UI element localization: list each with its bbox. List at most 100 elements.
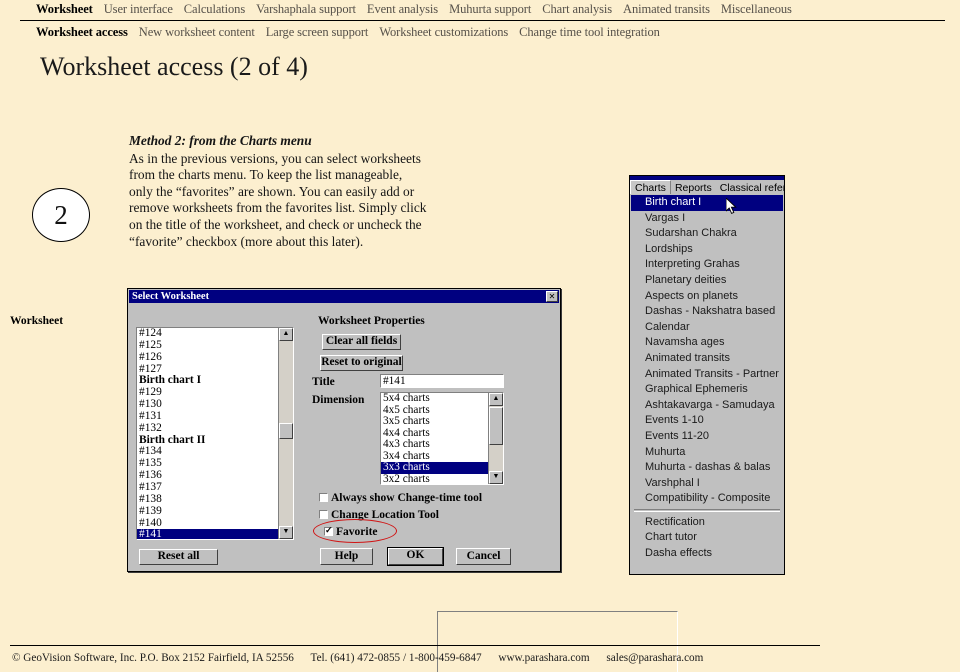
- primary-nav: Worksheet User interface Calculations Varsh…: [36, 2, 803, 17]
- nav-item-1[interactable]: User interface: [104, 2, 173, 17]
- menu-items: Birth chart I Vargas I Sudarshan Chakra Lor…: [631, 194, 783, 562]
- worksheet-list-item[interactable]: #125: [137, 339, 279, 352]
- charts-menu-item[interactable]: Animated transits: [631, 351, 783, 367]
- footer-email: sales@parashara.com: [606, 652, 704, 664]
- worksheet-listbox[interactable]: #124 #125 #126 #127 Birth chart I #129 #130 #13…: [136, 327, 294, 540]
- scroll-up-icon[interactable]: ▲: [279, 328, 293, 341]
- dimension-list-items: 5x4 charts 4x5 charts 3x5 charts 4x4 charts…: [381, 393, 503, 484]
- scroll-up-icon[interactable]: ▲: [489, 393, 503, 406]
- secondary-nav: Worksheet access New worksheet content Lar…: [36, 25, 671, 40]
- worksheet-list-item[interactable]: #132: [137, 422, 279, 435]
- slide-page: Worksheet User interface Calculations Varsh…: [0, 0, 960, 672]
- charts-menu-item[interactable]: Aspects on planets: [631, 289, 783, 305]
- dimension-listbox[interactable]: 5x4 charts 4x5 charts 3x5 charts 4x4 charts…: [380, 392, 504, 485]
- reset-to-original-button[interactable]: Reset to original: [320, 355, 403, 371]
- menu-tab-0[interactable]: Charts: [630, 180, 671, 194]
- checkbox-label: Always show Change-time tool: [331, 492, 483, 504]
- ok-button[interactable]: OK: [387, 547, 444, 566]
- scroll-down-icon[interactable]: ▼: [279, 526, 293, 539]
- step-number-badge: 2: [32, 188, 90, 242]
- worksheet-list-item[interactable]: #141: [137, 528, 279, 539]
- charts-menu-item[interactable]: Dashas - Nakshatra based: [631, 304, 783, 320]
- dimension-list-item[interactable]: 4x3 charts: [381, 438, 490, 451]
- worksheet-list-label: Worksheet: [10, 315, 64, 327]
- charts-menu-item[interactable]: Sudarshan Chakra: [631, 226, 783, 242]
- worksheet-scrollbar[interactable]: ▲ ▼: [278, 328, 293, 539]
- menubar: ChartsReportsClassical referen: [630, 180, 784, 194]
- worksheet-list-item[interactable]: #126: [137, 351, 279, 364]
- nav-item-0[interactable]: Worksheet: [36, 2, 93, 17]
- footer-company: © GeoVision Software, Inc. P.O. Box 2152…: [12, 652, 294, 664]
- charts-menu-item[interactable]: Graphical Ephemeris: [631, 382, 783, 398]
- nav-item-2[interactable]: Calculations: [184, 2, 245, 17]
- scrollbar-thumb[interactable]: [489, 407, 503, 445]
- scroll-down-icon[interactable]: ▼: [489, 471, 503, 484]
- charts-menu-item[interactable]: Vargas I: [631, 211, 783, 227]
- subnav-item-2[interactable]: Large screen support: [266, 25, 369, 40]
- dimension-list-item[interactable]: 3x5 charts: [381, 415, 490, 428]
- worksheet-list-item[interactable]: #131: [137, 410, 279, 423]
- cancel-button[interactable]: Cancel: [456, 548, 511, 565]
- checkbox-icon[interactable]: [319, 510, 328, 519]
- reset-all-button[interactable]: Reset all: [139, 549, 218, 565]
- footer: © GeoVision Software, Inc. P.O. Box 2152…: [12, 652, 717, 664]
- dimension-list-item[interactable]: 3x2 charts: [381, 473, 490, 484]
- body-copy: Method 2: from the Charts menu As in the…: [129, 133, 429, 250]
- dimension-label: Dimension: [312, 394, 365, 406]
- charts-menu-item[interactable]: Dasha effects: [631, 546, 783, 562]
- charts-menu-item[interactable]: Calendar: [631, 320, 783, 336]
- charts-menu-item[interactable]: Varshphal I: [631, 476, 783, 492]
- subnav-item-4[interactable]: Change time tool integration: [519, 25, 660, 40]
- footer-divider: [10, 645, 820, 646]
- close-icon[interactable]: ✕: [546, 291, 558, 302]
- nav-item-5[interactable]: Muhurta support: [449, 2, 531, 17]
- menu-tab-2[interactable]: Classical referen: [716, 181, 784, 194]
- subnav-item-3[interactable]: Worksheet customizations: [379, 25, 508, 40]
- dimension-scrollbar[interactable]: ▲ ▼: [488, 393, 503, 484]
- menu-separator: [634, 508, 780, 512]
- nav-item-6[interactable]: Chart analysis: [542, 2, 612, 17]
- nav-item-7[interactable]: Animated transits: [623, 2, 710, 17]
- subnav-item-0[interactable]: Worksheet access: [36, 25, 128, 40]
- dialog-titlebar: Select Worksheet: [129, 290, 559, 303]
- title-field-label: Title: [312, 376, 335, 388]
- charts-menu-item[interactable]: Muhurta: [631, 445, 783, 461]
- charts-menu-item[interactable]: Muhurta - dashas & balas: [631, 460, 783, 476]
- charts-menu-item[interactable]: Compatibility - Composite: [631, 491, 783, 507]
- footer-phone: Tel. (641) 472-0855 / 1-800-459-6847: [310, 652, 482, 664]
- nav-item-4[interactable]: Event analysis: [367, 2, 438, 17]
- subnav-item-1[interactable]: New worksheet content: [139, 25, 255, 40]
- charts-menu-item[interactable]: Chart tutor: [631, 530, 783, 546]
- properties-group-legend: Worksheet Properties: [315, 315, 428, 327]
- title-input[interactable]: #141: [380, 374, 504, 388]
- body-copy-paragraph: As in the previous versions, you can sel…: [129, 150, 427, 249]
- footer-website: www.parashara.com: [498, 652, 590, 664]
- scrollbar-thumb[interactable]: [279, 423, 293, 439]
- charts-dropdown-menu: ChartsReportsClassical referen Birth cha…: [629, 175, 785, 575]
- charts-menu-item[interactable]: Birth chart I: [631, 195, 783, 211]
- help-button[interactable]: Help: [320, 548, 373, 565]
- charts-menu-item[interactable]: Rectification: [631, 515, 783, 531]
- charts-menu-item[interactable]: Navamsha ages: [631, 335, 783, 351]
- dialog-title-text: Select Worksheet: [132, 291, 210, 302]
- always-show-changetime-checkbox-row[interactable]: Always show Change-time tool: [319, 492, 482, 504]
- charts-menu-item[interactable]: Planetary deities: [631, 273, 783, 289]
- charts-menu-item[interactable]: Lordships: [631, 242, 783, 258]
- dimension-list-item[interactable]: 5x4 charts: [381, 393, 490, 405]
- worksheet-list-item[interactable]: #139: [137, 505, 279, 518]
- nav-item-8[interactable]: Miscellaneous: [721, 2, 792, 17]
- charts-menu-item[interactable]: Ashtakavarga - Samudaya: [631, 398, 783, 414]
- charts-menu-item[interactable]: Events 11-20: [631, 429, 783, 445]
- charts-menu-item[interactable]: Events 1-10: [631, 413, 783, 429]
- menu-tab-1[interactable]: Reports: [671, 181, 716, 194]
- clear-all-fields-button[interactable]: Clear all fields: [322, 334, 401, 350]
- worksheet-list-items: #124 #125 #126 #127 Birth chart I #129 #130 #13…: [137, 328, 279, 539]
- charts-menu-item[interactable]: Interpreting Grahas: [631, 257, 783, 273]
- checkbox-icon[interactable]: [319, 493, 328, 502]
- favorite-highlight-annotation: [313, 519, 397, 543]
- dimension-list-item[interactable]: 3x3 charts: [381, 461, 490, 474]
- worksheet-list-item[interactable]: #138: [137, 493, 279, 506]
- charts-menu-item[interactable]: Animated Transits - Partner: [631, 367, 783, 383]
- nav-item-3[interactable]: Varshaphala support: [256, 2, 356, 17]
- mouse-cursor-icon: [726, 198, 737, 214]
